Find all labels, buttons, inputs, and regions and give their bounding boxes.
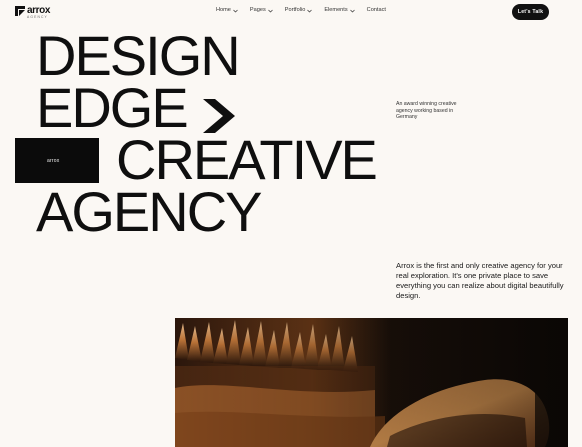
side-blurb: An award winning creative agency working… — [396, 101, 457, 120]
nav-item-pages[interactable]: Pages — [249, 7, 273, 14]
headline-text: DESIGN — [36, 24, 241, 87]
nav-item-label: Elements — [324, 7, 348, 13]
chevron-down-icon — [233, 9, 238, 13]
lets-talk-button[interactable]: Let's Talk — [512, 4, 549, 20]
nav-item-label: Home — [216, 7, 231, 13]
site-header: arrox AGENCY Home Pages Portfolio Elemen… — [0, 0, 582, 26]
nav-item-label: Portfolio — [284, 7, 306, 13]
page: arrox AGENCY Home Pages Portfolio Elemen… — [0, 0, 582, 447]
chevron-down-icon — [349, 9, 355, 13]
chevron-down-icon — [307, 9, 313, 13]
headline-text: CREATIVE — [116, 128, 378, 191]
headline-line-4: AGENCY — [36, 180, 386, 243]
nav-item-label: Pages — [249, 7, 266, 13]
main-nav: Home Pages Portfolio Elements Contact — [216, 7, 386, 14]
nav-item-home[interactable]: Home — [216, 7, 238, 14]
nav-item-elements[interactable]: Elements — [324, 7, 355, 14]
nav-item-portfolio[interactable]: Portfolio — [284, 7, 313, 14]
headline-text: EDGE — [36, 76, 189, 139]
arrow-chevron-right-icon — [201, 90, 243, 133]
headline-line-1: DESIGN — [36, 24, 386, 87]
arrox-logo-mark-icon — [15, 6, 25, 16]
headline-line-2: EDGE — [36, 76, 386, 139]
logo-subtitle: AGENCY — [27, 15, 48, 19]
headline-text: AGENCY — [36, 180, 262, 243]
intro-paragraph: Arrox is the first and only creative age… — [396, 261, 564, 301]
chevron-down-icon — [268, 9, 273, 13]
nav-item-contact[interactable]: Contact — [366, 7, 386, 14]
nav-item-label: Contact — [366, 7, 386, 13]
hero-image — [175, 318, 568, 447]
hero-badge-label: arrox — [47, 158, 60, 164]
hero-headline: DESIGN EDGE CREATIVE AGENCY — [36, 24, 386, 243]
